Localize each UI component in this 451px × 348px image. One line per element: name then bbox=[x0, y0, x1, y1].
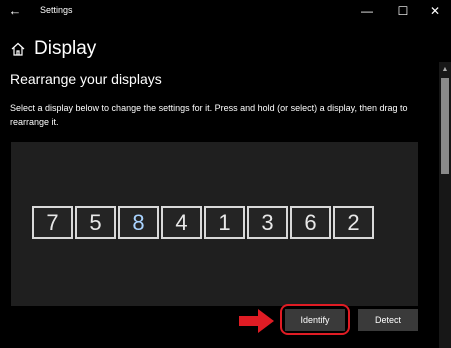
detect-button[interactable]: Detect bbox=[358, 309, 418, 331]
display-arrangement-area[interactable]: 7 5 8 4 1 3 6 2 bbox=[11, 142, 418, 306]
display-tile[interactable]: 6 bbox=[290, 206, 331, 239]
scroll-thumb[interactable] bbox=[441, 78, 449, 174]
display-tile-selected[interactable]: 8 bbox=[118, 206, 159, 239]
display-tile[interactable]: 5 bbox=[75, 206, 116, 239]
section-title: Rearrange your displays bbox=[10, 71, 162, 87]
back-arrow-icon[interactable]: ← bbox=[8, 3, 22, 19]
display-tile[interactable]: 4 bbox=[161, 206, 202, 239]
home-icon bbox=[11, 42, 25, 56]
section-description: Select a display below to change the set… bbox=[10, 103, 408, 127]
close-button[interactable]: ✕ bbox=[418, 0, 451, 24]
scroll-up-icon[interactable]: ▲ bbox=[439, 66, 451, 74]
page-header: Display bbox=[10, 38, 96, 60]
main-content: Rearrange your displays Select a display… bbox=[0, 62, 438, 348]
display-tile[interactable]: 7 bbox=[32, 206, 73, 239]
minimize-button[interactable]: — bbox=[350, 0, 384, 24]
window-title: Settings bbox=[40, 5, 73, 15]
identify-highlight bbox=[280, 304, 350, 335]
vertical-scrollbar[interactable]: ▲ bbox=[439, 62, 451, 348]
display-tile[interactable]: 3 bbox=[247, 206, 288, 239]
display-list: 7 5 8 4 1 3 6 2 bbox=[32, 206, 374, 239]
page-title: Display bbox=[34, 38, 97, 59]
display-tile[interactable]: 2 bbox=[333, 206, 374, 239]
maximize-button[interactable]: ☐ bbox=[386, 0, 420, 24]
red-arrow-icon bbox=[239, 309, 274, 333]
title-bar: ← Settings — ☐ ✕ bbox=[0, 0, 451, 24]
display-tile[interactable]: 1 bbox=[204, 206, 245, 239]
